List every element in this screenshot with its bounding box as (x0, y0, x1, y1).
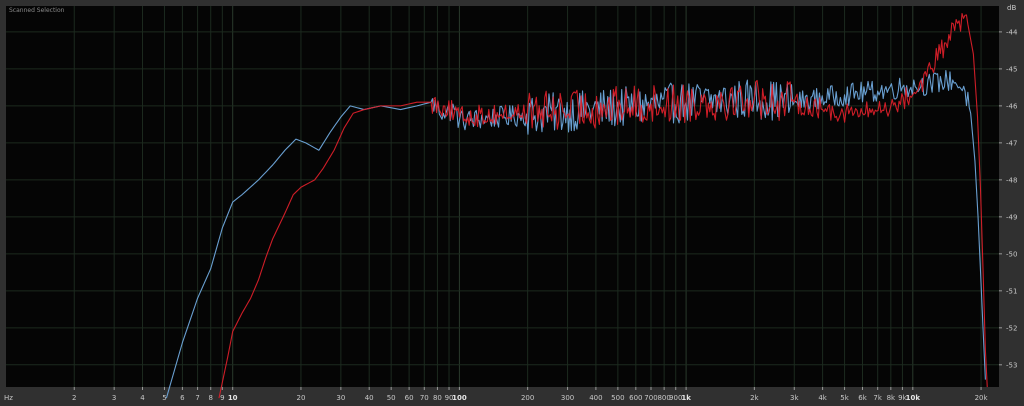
x-tick-label: 5 (162, 394, 166, 402)
y-tick-label: -53 (1006, 361, 1017, 369)
x-tick-label: 400 (589, 394, 602, 402)
x-tick-label: 2k (750, 394, 759, 402)
x-unit-label: Hz (4, 394, 13, 402)
x-tick-label: 6k (858, 394, 867, 402)
y-axis: -44 -45 -46 -47 -48 -49 -50 -51 -52 -53 (999, 28, 1018, 369)
x-tick-label: 70 (420, 394, 429, 402)
x-tick-label: 5k (840, 394, 849, 402)
x-tick-label: 80 (433, 394, 442, 402)
panel-title: Scanned Selection (9, 7, 65, 14)
y-tick-label: -49 (1006, 213, 1017, 221)
x-tick-label: 3k (790, 394, 799, 402)
x-tick-label: 6 (180, 394, 185, 402)
spectrum-chart: 2 3 4 5 6 7 8 9 10 20 30 40 50 60 70 80 90100 200 300 400 50… (4, 4, 1018, 402)
x-tick-label: 4k (818, 394, 827, 402)
y-tick-label: -47 (1006, 139, 1017, 147)
x-tick-label: 8k (887, 394, 896, 402)
x-tick-label: 40 (365, 394, 374, 402)
x-tick-label: 60 (405, 394, 414, 402)
y-tick-label: -52 (1006, 324, 1017, 332)
x-tick-label: 10k (906, 394, 921, 402)
y-tick-label: -51 (1006, 287, 1017, 295)
x-tick-label: 300 (561, 394, 574, 402)
x-tick-label: 9 (220, 394, 224, 402)
x-tick-label: 20k (975, 394, 989, 402)
x-tick-label: 2 (72, 394, 76, 402)
y-tick-label: -48 (1006, 176, 1017, 184)
x-tick-label: 10 (228, 394, 238, 402)
x-tick-label: 3 (112, 394, 116, 402)
y-tick-label: -45 (1006, 65, 1017, 73)
x-tick-label: 100 (452, 394, 467, 402)
x-tick-label: 7 (195, 394, 199, 402)
y-tick-label: -44 (1006, 28, 1018, 36)
y-unit-label: dB (1007, 4, 1016, 12)
x-tick-label: 4 (140, 394, 145, 402)
spectrum-window: 2 3 4 5 6 7 8 9 10 20 30 40 50 60 70 80 90 100 200 300 400 50… (0, 0, 1024, 406)
plot-background (6, 6, 999, 387)
y-tick-label: -46 (1006, 102, 1018, 110)
x-tick-label: 500 (611, 394, 624, 402)
x-tick-label: 8 (208, 394, 212, 402)
x-tick-label: 20 (296, 394, 305, 402)
x-axis: 2 3 4 5 6 7 8 9 10 20 30 40 50 60 70 80 90100 200 300 400 50… (72, 387, 988, 402)
x-tick-label: 7k (873, 394, 882, 402)
x-tick-label: 1k (681, 394, 691, 402)
x-tick-label: 600 (629, 394, 642, 402)
x-tick-label: 700 (644, 394, 657, 402)
x-tick-label: 200 (521, 394, 534, 402)
y-tick-label: -50 (1006, 250, 1017, 258)
x-tick-label: 50 (387, 394, 396, 402)
x-tick-label: 30 (336, 394, 345, 402)
